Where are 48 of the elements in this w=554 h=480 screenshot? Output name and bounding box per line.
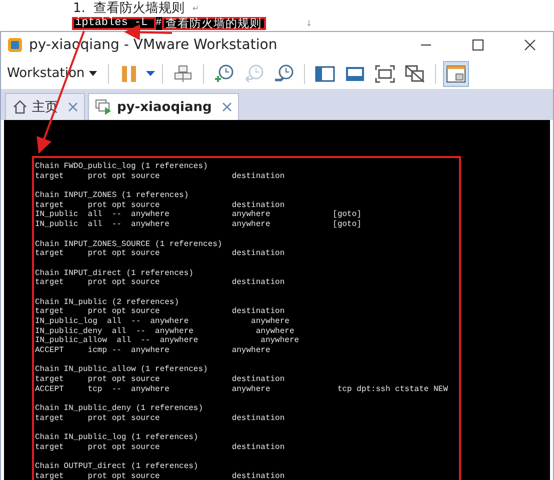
console-line: IN_public_deny all -- anywhere anywhere [35,326,296,336]
list-number: 1. [73,0,86,16]
console-line: target prot opt source destination [35,414,286,424]
console-line: ACCEPT tcp -- anywhere anywhere tcp dpt:ssh ctstate NEW [35,384,449,394]
console-line: target prot opt source destination [35,307,286,317]
console-line: target prot opt source destination [35,200,286,210]
command-text: iptables -L [72,16,156,30]
console-line: Chain INPUT_ZONES (1 references) [35,191,190,201]
console-line: Chain IN_public_deny (1 references) [35,404,204,414]
console-line: Chain IN_public_log (1 references) [35,433,200,443]
vm-icon [95,99,113,115]
tab-label: py-xiaoqiang [117,100,212,114]
console-line: IN_public_log all -- anywhere anywhere [35,317,290,327]
sidebar-icon[interactable] [314,64,335,82]
console-line: target prot opt source destination [35,375,286,385]
overlap-icon[interactable] [404,64,425,82]
caret-icon[interactable] [146,71,155,76]
line-break-mark: ↓ [306,18,312,28]
window-icon[interactable] [344,64,365,82]
console-line: Chain FWDO_public_log (1 references) [35,162,209,172]
console-line: Chain INPUT_ZONES_SOURCE (1 references) [35,240,224,250]
caret-icon [88,71,97,76]
paragraph-mark: ↵ [192,4,200,12]
console-line: ACCEPT icmp -- anywhere anywhere [35,346,272,356]
console-line: target prot opt source destination [35,442,286,453]
maximize-icon [472,39,484,51]
close-icon[interactable] [222,102,232,112]
console-line: Chain IN_public (2 references) [35,298,180,308]
console-line: target prot opt source destination [35,278,286,288]
heading: 查看防火墙规则 [93,0,184,17]
console-line: Chain IN_public_allow (1 references) [35,365,209,376]
toolbar-button[interactable] [442,60,469,86]
library-icon[interactable] [446,64,466,82]
console-line: IN_public all -- anywhere anywhere [goto] [35,210,362,220]
console-line: target prot opt source destination [35,249,286,259]
fullscreen-icon[interactable] [374,64,395,82]
close-icon [524,39,536,51]
close-icon[interactable] [68,102,78,112]
console-line: target prot opt source destination [35,472,286,480]
app-logo-icon [7,37,23,53]
home-icon [12,99,28,115]
devices-icon[interactable] [174,64,192,82]
console-line: Chain INPUT_direct (1 references) [35,268,194,278]
console-line: IN_public all -- anywhere anywhere [goto] [35,220,362,230]
tab[interactable]: py-xiaoqiang [88,93,239,120]
console-line: target prot opt source destination [35,172,286,182]
console-line: Chain OUTPUT_direct (1 references) [35,462,200,472]
console-line: IN_public_allow all -- anywhere anywhere [35,336,300,346]
